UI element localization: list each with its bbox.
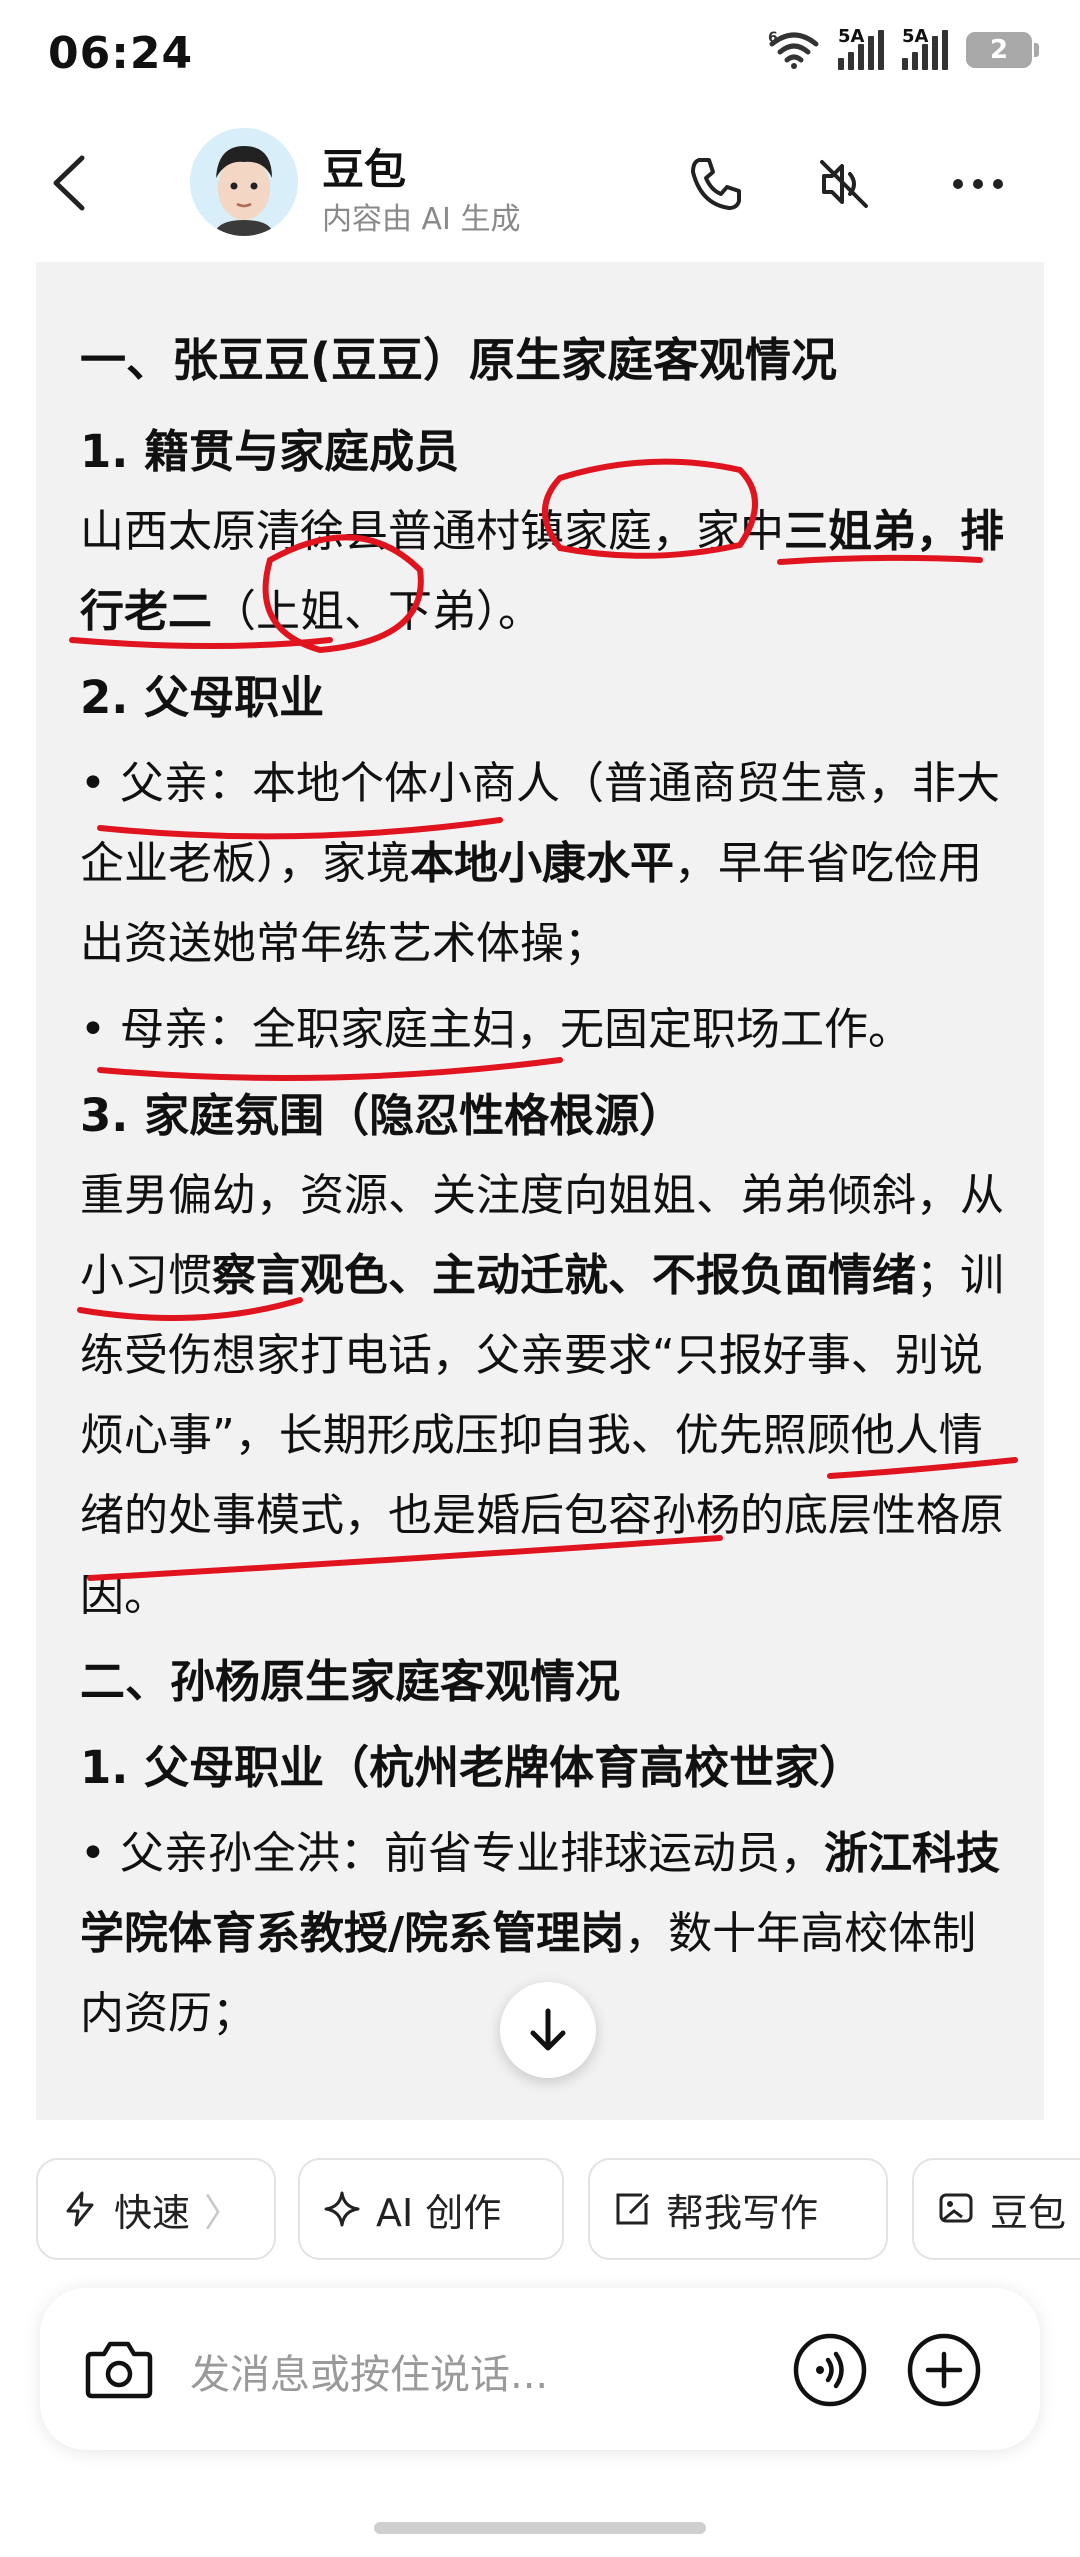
lightning-icon: [66, 2191, 94, 2227]
avatar-portrait-icon: [190, 128, 298, 236]
more-icon[interactable]: [946, 152, 1010, 216]
add-icon[interactable]: [906, 2332, 982, 2408]
status-icons: 6 5A 5A 2: [768, 26, 1039, 70]
back-icon[interactable]: [42, 148, 102, 218]
quick-actions: 快速 〉 AI 创作 帮我写作 豆包: [0, 2150, 1080, 2260]
chat-title: 豆包: [322, 145, 407, 194]
chip-help-write[interactable]: 帮我写作: [588, 2158, 888, 2260]
speaker-muted-icon[interactable]: [812, 152, 876, 216]
chip-doubao[interactable]: 豆包: [912, 2158, 1080, 2260]
atmosphere-paragraph: 重男偏幼，资源、关注度向姐姐、弟弟倾斜，从小习惯察言观色、主动迁就、不报负面情绪…: [80, 1170, 1004, 1621]
status-bar: 06:24 6 5A 5A 2: [0, 0, 1080, 110]
phone-icon[interactable]: [683, 152, 747, 216]
arrow-down-icon: [530, 2008, 566, 2051]
cellular-signal-2-icon: 5A: [902, 26, 948, 70]
image-chat-icon: [939, 2193, 973, 2223]
camera-icon[interactable]: [84, 2336, 154, 2402]
message-input[interactable]: 发消息或按住说话...: [190, 2342, 548, 2400]
message-content: 一、张豆豆(豆豆）原生家庭客观情况 1. 籍贯与家庭成员 山西太原清徐县普通村镇…: [80, 320, 1020, 2054]
chat-subtitle: 内容由 AI 生成: [322, 202, 521, 237]
avatar[interactable]: [190, 128, 298, 236]
section-2-title: 二、孙杨原生家庭客观情况: [80, 1655, 621, 1708]
chat-header: 豆包 内容由 AI 生成: [0, 118, 1080, 248]
s1-item1-paragraph: 山西太原清徐县普通村镇家庭，家中三姐弟，排行老二（上姐、下弟）。: [80, 506, 1004, 637]
s1-item3-title: 3. 家庭氛围（隐忍性格根源）: [80, 1089, 685, 1142]
sparkle-icon: [324, 2191, 360, 2227]
s1-item1-title: 1. 籍贯与家庭成员: [80, 425, 460, 478]
mother-bullet: • 母亲：全职家庭主妇，无固定职场工作。: [80, 1004, 912, 1055]
father-bullet: • 父亲：本地个体小商人（普通商贸生意，非大企业老板），家境本地小康水平，早年省…: [80, 758, 1000, 969]
s1-item2-title: 2. 父母职业: [80, 671, 325, 724]
chip-fast[interactable]: 快速 〉: [36, 2158, 276, 2260]
svg-text:6: 6: [768, 30, 778, 46]
chip-ai-create[interactable]: AI 创作: [298, 2158, 564, 2260]
home-indicator[interactable]: [374, 2522, 706, 2534]
scroll-to-bottom-button[interactable]: [500, 1982, 596, 2078]
status-time: 06:24: [48, 28, 194, 79]
chevron-right-icon: 〉: [204, 2190, 243, 2235]
section-1-title: 一、张豆豆(豆豆）原生家庭客观情况: [80, 333, 838, 387]
s2-item1-title: 1. 父母职业（杭州老牌体育高校世家）: [80, 1741, 865, 1794]
voice-input-icon[interactable]: [792, 2332, 868, 2408]
edit-icon: [616, 2193, 650, 2225]
message-input-bar: 发消息或按住说话...: [40, 2288, 1040, 2450]
wifi-icon: 6: [768, 30, 819, 69]
battery-icon: 2: [966, 32, 1039, 68]
message-card: 一、张豆豆(豆豆）原生家庭客观情况 1. 籍贯与家庭成员 山西太原清徐县普通村镇…: [36, 262, 1044, 2120]
cellular-signal-1-icon: 5A: [838, 26, 884, 70]
